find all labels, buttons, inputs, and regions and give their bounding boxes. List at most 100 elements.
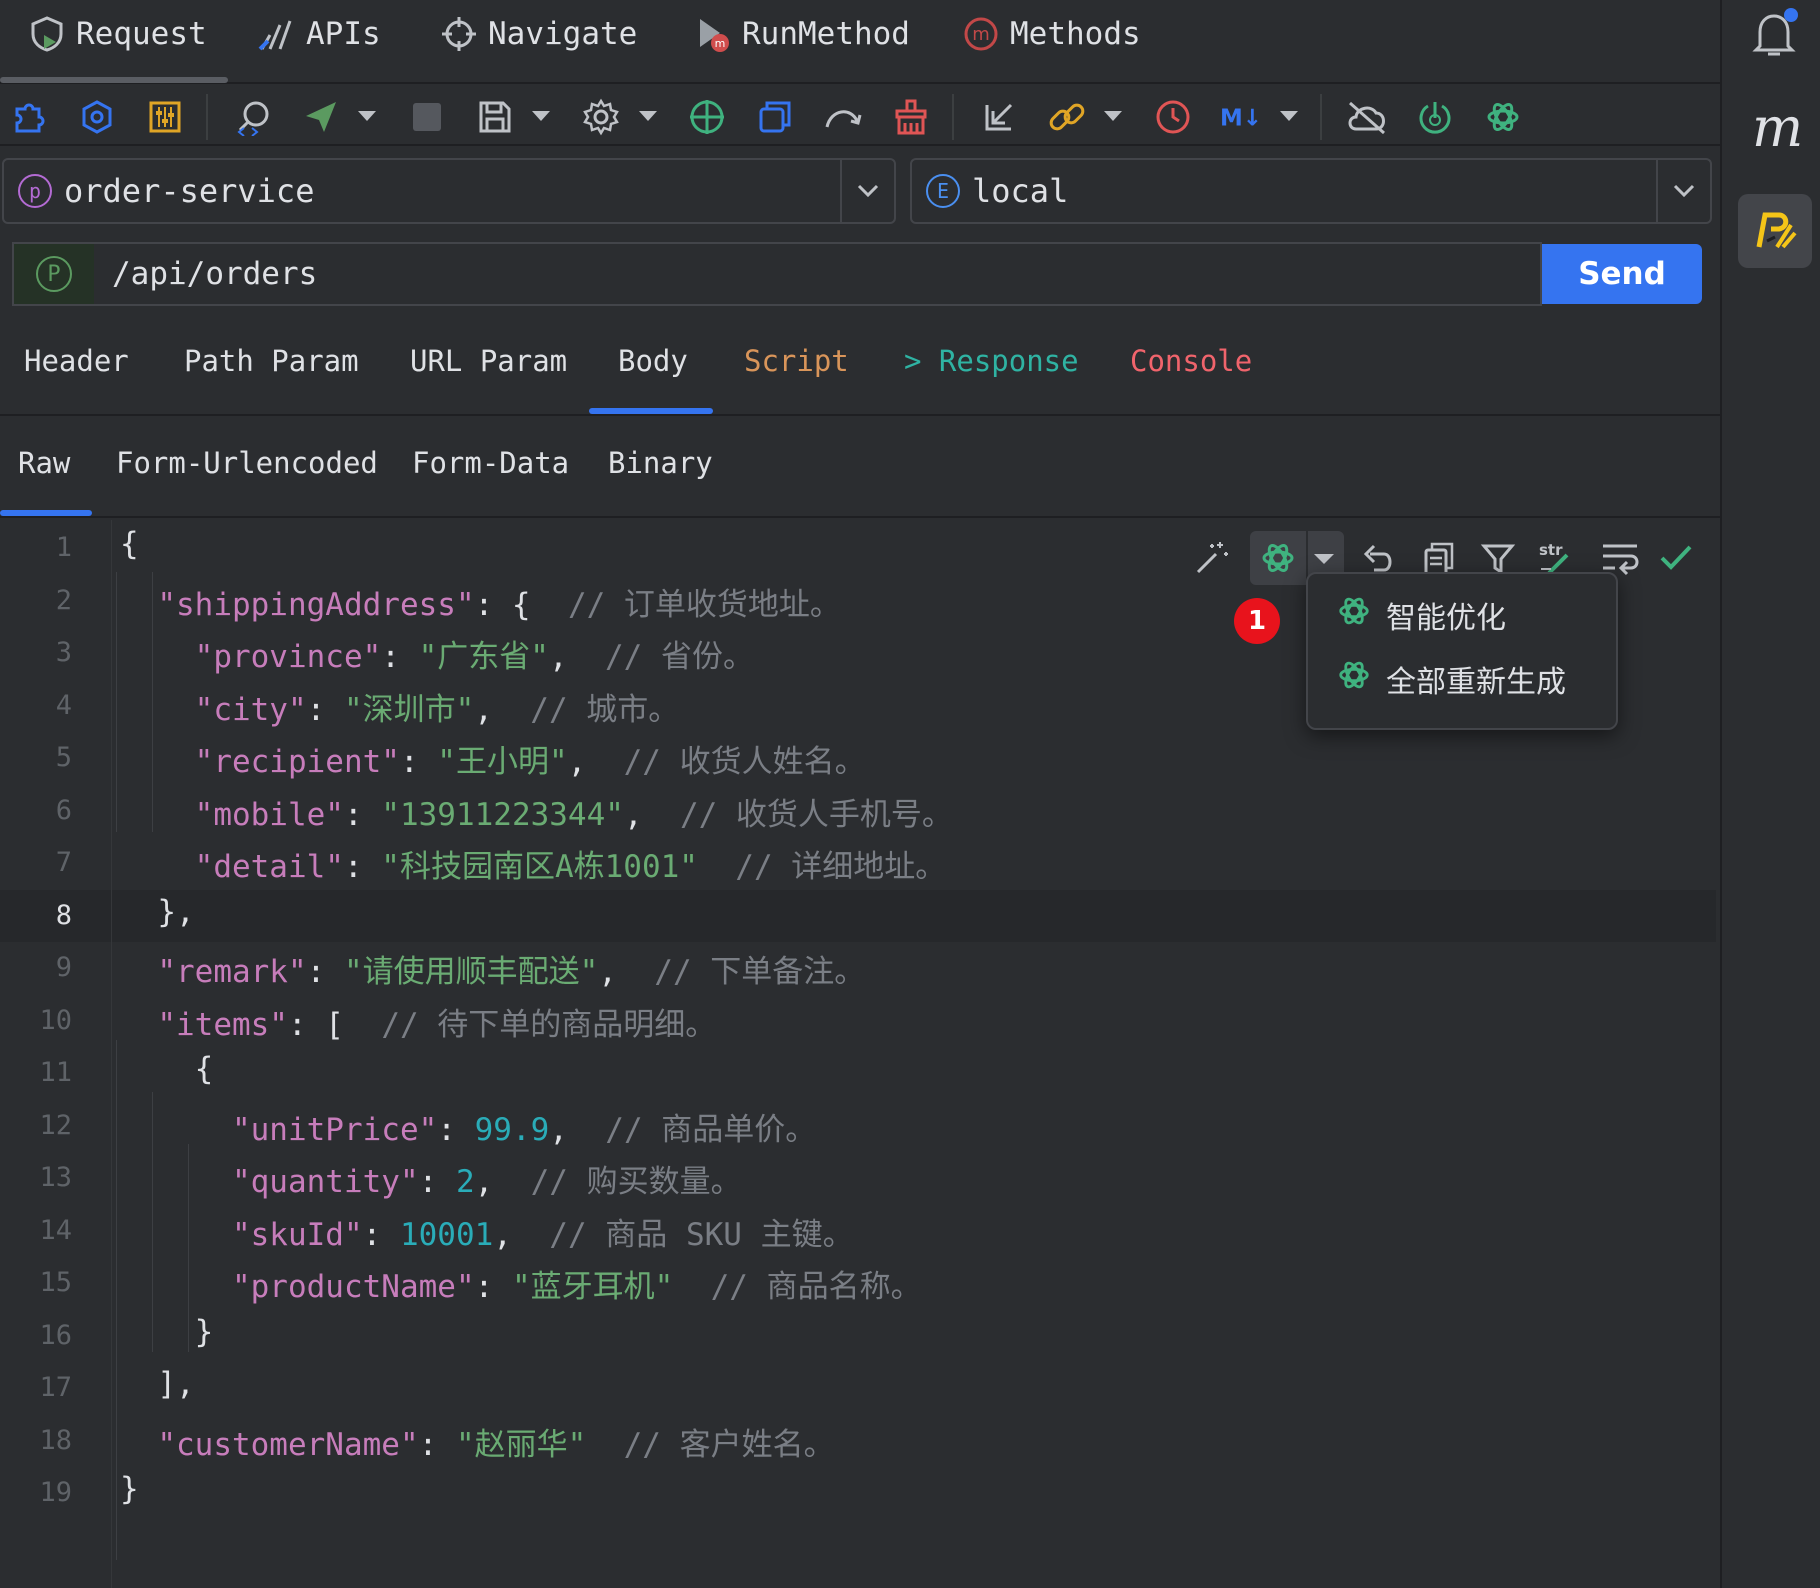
code-line[interactable]: 14 "skuId": 10001, // 商品 SKU 主键。 <box>0 1205 1716 1257</box>
send-icon[interactable] <box>300 96 342 138</box>
environment-select[interactable]: E local <box>910 158 1712 224</box>
code-line[interactable]: 19} <box>0 1467 1716 1519</box>
code-token: : <box>343 796 382 833</box>
code-token: , <box>567 744 624 780</box>
chevron-down-icon[interactable] <box>1656 160 1710 222</box>
puzzle-icon[interactable] <box>8 96 50 138</box>
menu-item-smart-optimize[interactable]: 智能优化 <box>1336 590 1506 640</box>
code-token: : <box>306 691 344 728</box>
top-tab-navigate[interactable]: Navigate <box>440 10 637 58</box>
target-icon[interactable] <box>686 96 728 138</box>
tab-body[interactable]: Body <box>618 344 688 378</box>
tab-response[interactable]: > Response <box>904 344 1079 378</box>
tab-path-param[interactable]: Path Param <box>184 344 359 378</box>
project-badge-icon: p <box>18 174 52 208</box>
code-line[interactable]: 15 "productName": "蓝牙耳机" // 商品名称。 <box>0 1257 1716 1309</box>
openai-icon[interactable] <box>1482 96 1524 138</box>
redo-icon[interactable] <box>822 96 864 138</box>
code-line[interactable]: 5 "recipient": "王小明", // 收货人姓名。 <box>0 732 1716 784</box>
tab-form-urlencoded[interactable]: Form-Urlencoded <box>116 446 378 480</box>
active-top-tab-indicator <box>0 77 228 83</box>
http-method-button[interactable]: P <box>14 244 94 304</box>
code-line[interactable]: 10 "items": [ // 待下单的商品明细。 <box>0 995 1716 1047</box>
code-line[interactable]: 8 }, <box>0 889 1716 942</box>
code-token: "广东省" <box>418 639 549 675</box>
indent-guide <box>116 1040 117 1560</box>
chevron-down-icon[interactable] <box>637 104 659 130</box>
power-icon[interactable] <box>1414 96 1456 138</box>
chevron-down-icon[interactable] <box>1102 104 1124 130</box>
tab-script[interactable]: Script <box>744 344 849 378</box>
code-token: , <box>623 796 680 833</box>
line-number-gutter <box>0 520 112 1588</box>
code-token: "13911223344" <box>381 796 624 833</box>
stop-icon[interactable] <box>406 96 448 138</box>
hexagon-icon[interactable] <box>76 96 118 138</box>
code-line[interactable]: 13 "quantity": 2, // 购买数量。 <box>0 1152 1716 1204</box>
tab-raw[interactable]: Raw <box>18 446 70 480</box>
chevron-down-icon[interactable] <box>530 104 552 130</box>
cloud-off-icon[interactable] <box>1346 96 1388 138</box>
import-icon[interactable] <box>978 96 1020 138</box>
chevron-down-icon[interactable] <box>1314 551 1336 565</box>
m-plugin-icon[interactable]: m <box>1752 96 1803 159</box>
code-token: "province" <box>194 639 382 675</box>
tab-console[interactable]: Console <box>1130 344 1252 378</box>
code-token: "skuId" <box>231 1216 363 1253</box>
top-tab-runmethod[interactable]: m RunMethod <box>694 10 910 58</box>
tab-binary[interactable]: Binary <box>608 446 713 480</box>
code-token: , <box>474 691 531 728</box>
code-token: : <box>381 639 419 675</box>
save-icon[interactable] <box>474 96 516 138</box>
chevron-down-icon[interactable] <box>356 104 378 130</box>
top-tab-methods[interactable]: m Methods <box>962 10 1141 58</box>
app-plugin-icon[interactable] <box>1738 194 1812 268</box>
body-type-tabs: Raw Form-Urlencoded Form-Data Binary <box>0 418 1720 518</box>
code-line[interactable]: 18 "customerName": "赵丽华" // 客户姓名。 <box>0 1415 1716 1467</box>
chevron-down-icon[interactable] <box>840 160 894 222</box>
clock-icon[interactable] <box>1152 96 1194 138</box>
code-token: "蓝牙耳机" <box>511 1269 674 1305</box>
tab-header[interactable]: Header <box>24 344 129 378</box>
code-token: "customerName" <box>157 1426 419 1463</box>
search-code-icon[interactable] <box>232 96 274 138</box>
code-line[interactable]: 17 ], <box>0 1362 1716 1414</box>
code-token: // 省份。 <box>604 639 754 675</box>
code-token: "科技园南区A栋1001" <box>381 849 698 885</box>
top-tab-request[interactable]: Request <box>28 10 207 58</box>
send-button[interactable]: Send <box>1542 244 1702 304</box>
chevron-down-icon[interactable] <box>1278 104 1300 130</box>
url-path-input[interactable]: /api/orders <box>112 256 317 292</box>
code-text: { <box>120 1051 214 1087</box>
code-line[interactable]: 12 "unitPrice": 99.9, // 商品单价。 <box>0 1100 1716 1152</box>
notification-dot <box>1784 8 1798 22</box>
clean-icon[interactable] <box>890 96 932 138</box>
indent-guide <box>152 1092 153 1352</box>
top-tab-apis[interactable]: APIs <box>258 10 381 58</box>
indent-guide <box>116 572 117 832</box>
copy-icon[interactable] <box>754 96 796 138</box>
code-token: : <box>418 1164 456 1200</box>
code-line[interactable]: 16 } <box>0 1310 1716 1362</box>
project-select[interactable]: p order-service <box>2 158 896 224</box>
code-text: "city": "深圳市", // 城市。 <box>120 684 680 729</box>
active-body-tab-indicator <box>0 510 92 516</box>
methods-m-icon: m <box>962 15 1000 53</box>
link-icon[interactable] <box>1046 96 1088 138</box>
code-line[interactable]: 7 "detail": "科技园南区A栋1001" // 详细地址。 <box>0 837 1716 889</box>
magic-wand-icon[interactable] <box>1192 538 1232 578</box>
code-line[interactable]: 6 "mobile": "13911223344", // 收货人手机号。 <box>0 785 1716 837</box>
tab-url-param[interactable]: URL Param <box>410 344 567 378</box>
code-line[interactable]: 1{ <box>0 522 1716 574</box>
code-line[interactable]: 9 "remark": "请使用顺丰配送", // 下单备注。 <box>0 942 1716 994</box>
gear-icon[interactable] <box>580 96 622 138</box>
code-token: // 详细地址。 <box>735 849 947 885</box>
tab-form-data[interactable]: Form-Data <box>412 446 569 480</box>
menu-item-regenerate-all[interactable]: 全部重新生成 <box>1336 654 1566 704</box>
code-line[interactable]: 11 { <box>0 1047 1716 1099</box>
markdown-icon[interactable]: M↓ <box>1220 96 1262 138</box>
sliders-icon[interactable] <box>144 96 186 138</box>
code-token: // 商品 SKU 主键。 <box>549 1216 854 1253</box>
